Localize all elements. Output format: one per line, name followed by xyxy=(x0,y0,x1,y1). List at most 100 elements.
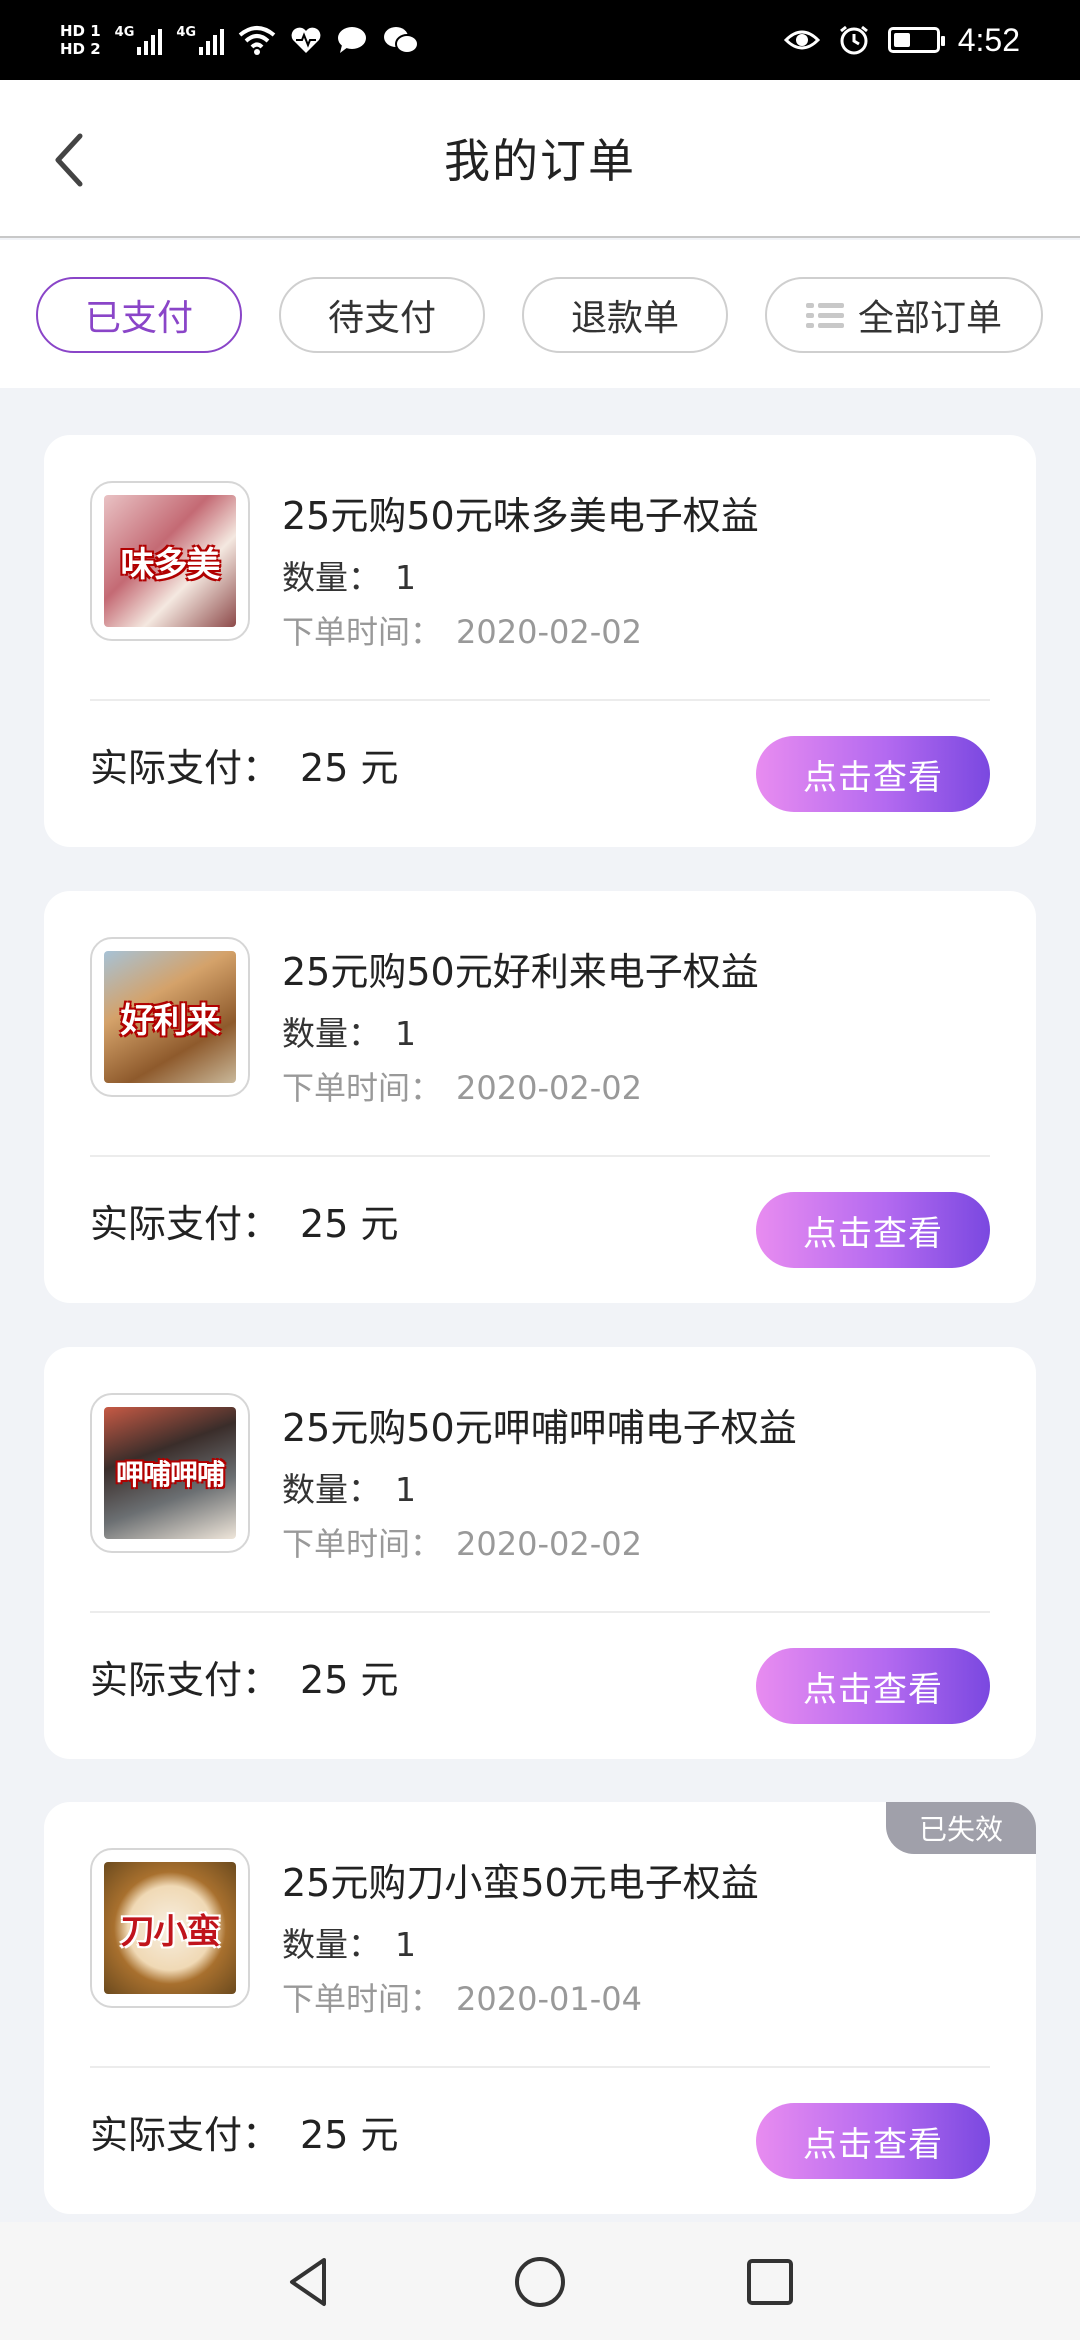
nav-back-button[interactable] xyxy=(280,2252,340,2312)
order-title: 25元购50元味多美电子权益 xyxy=(282,494,759,538)
actual-payment: 实际支付： 25 元 xyxy=(90,1649,398,1704)
payment-value: 25 元 xyxy=(300,1658,399,1702)
battery-icon xyxy=(887,27,945,53)
order-title: 25元购50元呷哺呷哺电子权益 xyxy=(282,1406,797,1450)
actual-payment: 实际支付： 25 元 xyxy=(90,2104,398,2159)
network-type-1: 4G xyxy=(114,25,135,40)
tab-refund-label: 退款单 xyxy=(570,298,679,339)
payment-value: 25 元 xyxy=(300,746,399,790)
payment-label: 实际支付： xyxy=(90,2113,281,2157)
product-logo-text: 好利来 xyxy=(120,1000,221,1041)
triangle-back-icon xyxy=(290,2258,326,2306)
divider xyxy=(90,699,990,701)
view-button[interactable]: 点击查看 xyxy=(756,1648,990,1724)
alarm-icon xyxy=(839,25,868,55)
order-quantity: 数量： 1 xyxy=(282,551,416,599)
order-time: 下单时间： 2020-02-02 xyxy=(282,607,642,653)
tab-refund[interactable]: 退款单 xyxy=(522,277,728,353)
payment-value: 25 元 xyxy=(300,2113,399,2157)
chevron-left-icon xyxy=(55,133,83,187)
order-title: 25元购刀小蛮50元电子权益 xyxy=(282,1861,759,1905)
wechat-icon xyxy=(384,27,420,54)
signal-2-icon: 4G xyxy=(176,25,225,55)
product-image: 刀小蛮 xyxy=(104,1862,236,1994)
payment-value: 25 元 xyxy=(300,1202,399,1246)
order-time-label: 下单时间： xyxy=(282,1980,443,2018)
product-logo-text: 呷哺呷哺 xyxy=(115,1458,225,1491)
eye-comfort-icon xyxy=(783,30,820,50)
order-quantity: 数量： 1 xyxy=(282,1007,416,1055)
order-quantity: 数量： 1 xyxy=(282,1463,416,1511)
nav-home-button[interactable] xyxy=(510,2252,570,2312)
order-time: 下单时间： 2020-02-02 xyxy=(282,1519,642,1565)
order-time-value: 2020-01-04 xyxy=(456,1980,642,2018)
view-button[interactable]: 点击查看 xyxy=(756,1192,990,1268)
header: 我的订单 xyxy=(0,80,1080,238)
quantity-value: 1 xyxy=(395,1470,416,1509)
quantity-label: 数量： xyxy=(282,558,381,597)
product-thumbnail: 好利来 xyxy=(90,937,250,1097)
product-thumbnail: 味多美 xyxy=(90,481,250,641)
status-time: 4:52 xyxy=(957,21,1020,58)
circle-home-icon xyxy=(515,2257,565,2307)
signal-1-icon: 4G xyxy=(115,25,163,55)
product-logo-text: 刀小蛮 xyxy=(120,1911,221,1952)
status-left: HD 1 HD 2 4G 4G xyxy=(60,22,420,58)
product-logo-text: 味多美 xyxy=(120,544,221,585)
payment-label: 实际支付： xyxy=(90,746,281,790)
network-type-2: 4G xyxy=(176,25,197,40)
list-icon xyxy=(805,302,844,328)
square-recents-icon xyxy=(747,2259,793,2305)
divider xyxy=(90,1611,990,1613)
wifi-icon xyxy=(238,26,276,55)
tab-pending[interactable]: 待支付 xyxy=(279,277,485,353)
product-image: 味多美 xyxy=(104,495,236,627)
order-quantity: 数量： 1 xyxy=(282,1918,416,1966)
status-bar: HD 1 HD 2 4G 4G 4:52 xyxy=(0,0,1080,80)
order-time-label: 下单时间： xyxy=(282,1525,443,1563)
quantity-label: 数量： xyxy=(282,1925,381,1964)
order-time: 下单时间： 2020-01-04 xyxy=(282,1974,642,2020)
order-time-value: 2020-02-02 xyxy=(456,1525,642,1563)
quantity-value: 1 xyxy=(395,1014,416,1053)
tab-pending-label: 待支付 xyxy=(327,298,436,339)
quantity-value: 1 xyxy=(395,558,416,597)
quantity-value: 1 xyxy=(395,1925,416,1964)
actual-payment: 实际支付： 25 元 xyxy=(90,737,398,792)
order-card: 已失效 刀小蛮 25元购刀小蛮50元电子权益 数量： 1 下单时间： 2020-01… xyxy=(44,1802,1036,2214)
health-heart-icon xyxy=(291,27,321,53)
status-right: 4:52 xyxy=(783,21,1020,59)
order-time-label: 下单时间： xyxy=(282,1069,443,1107)
order-tabs: 已支付 待支付 退款单 全部订单 xyxy=(0,240,1080,388)
quantity-label: 数量： xyxy=(282,1470,381,1509)
system-navigation-bar xyxy=(0,2222,1080,2340)
payment-label: 实际支付： xyxy=(90,1658,281,1702)
hd1-label: HD 1 xyxy=(60,22,101,40)
view-button[interactable]: 点击查看 xyxy=(756,736,990,812)
back-button[interactable] xyxy=(40,125,100,195)
actual-payment: 实际支付： 25 元 xyxy=(90,1193,398,1248)
page-title: 我的订单 xyxy=(444,134,636,188)
tab-all-orders-label: 全部订单 xyxy=(857,298,1002,339)
view-button[interactable]: 点击查看 xyxy=(756,2103,990,2179)
order-card: 好利来 25元购50元好利来电子权益 数量： 1 下单时间： 2020-02-02 … xyxy=(44,891,1036,1303)
divider xyxy=(90,2066,990,2068)
product-image: 好利来 xyxy=(104,951,236,1083)
order-title: 25元购50元好利来电子权益 xyxy=(282,950,759,994)
order-time-value: 2020-02-02 xyxy=(456,613,642,651)
hd-indicator: HD 1 HD 2 xyxy=(60,22,101,58)
order-time: 下单时间： 2020-02-02 xyxy=(282,1063,642,1109)
product-thumbnail: 呷哺呷哺 xyxy=(90,1393,250,1553)
nav-recents-button[interactable] xyxy=(740,2252,800,2312)
order-time-label: 下单时间： xyxy=(282,613,443,651)
order-card: 呷哺呷哺 25元购50元呷哺呷哺电子权益 数量： 1 下单时间： 2020-02-0… xyxy=(44,1347,1036,1759)
payment-label: 实际支付： xyxy=(90,1202,281,1246)
quantity-label: 数量： xyxy=(282,1014,381,1053)
divider xyxy=(90,1155,990,1157)
product-image: 呷哺呷哺 xyxy=(104,1407,236,1539)
order-time-value: 2020-02-02 xyxy=(456,1069,642,1107)
message-icon xyxy=(338,27,367,53)
tab-all-orders[interactable]: 全部订单 xyxy=(765,277,1043,353)
order-card: 味多美 25元购50元味多美电子权益 数量： 1 下单时间： 2020-02-02 … xyxy=(44,435,1036,847)
tab-paid[interactable]: 已支付 xyxy=(36,277,242,353)
